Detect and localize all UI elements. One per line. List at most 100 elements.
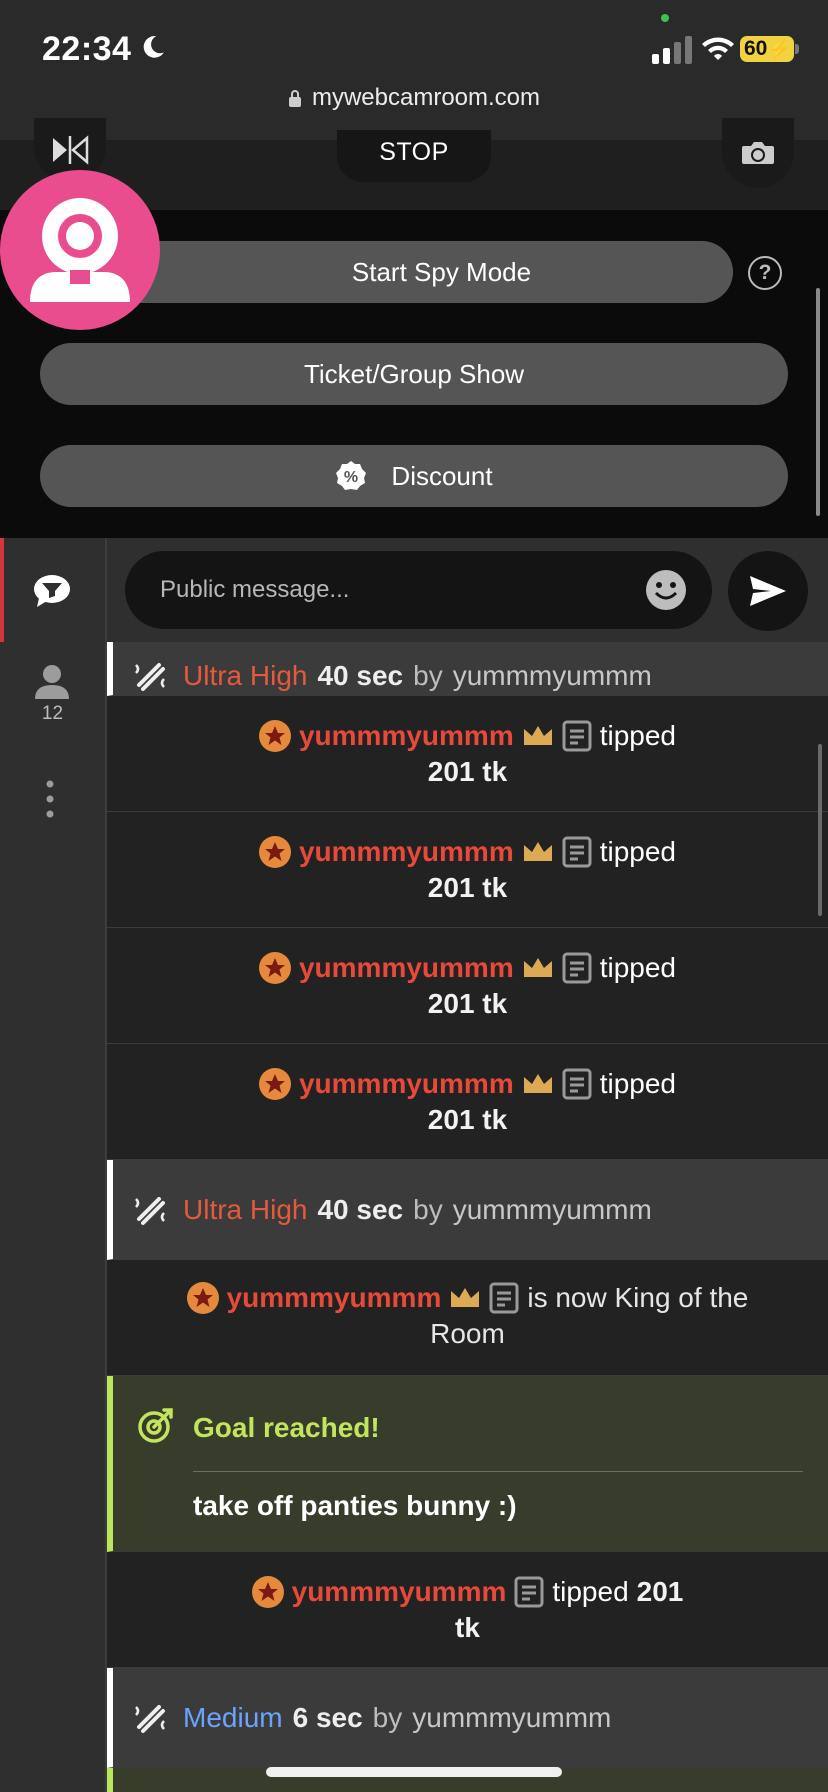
wifi-icon <box>702 37 734 60</box>
camera-switch-icon <box>742 142 774 164</box>
tip-action: tipped <box>599 1068 677 1099</box>
tip-amount-unit: tk <box>455 1612 480 1643</box>
ticket-label: Ticket/Group Show <box>303 358 525 389</box>
star-badge-icon <box>258 836 291 868</box>
help-icon[interactable]: ? <box>748 256 782 290</box>
king-text-2: Room <box>430 1318 505 1349</box>
crown-icon <box>451 1288 480 1307</box>
send-button[interactable] <box>728 551 808 631</box>
tipper-username[interactable]: yummmyummm <box>292 1574 507 1610</box>
star-badge-icon <box>258 952 291 984</box>
start-spy-mode-button[interactable]: Start Spy Mode <box>110 241 733 303</box>
public-message-input[interactable] <box>125 551 712 629</box>
battery-tip <box>795 44 799 54</box>
more-icon[interactable] <box>45 780 55 818</box>
moon-icon <box>143 36 164 58</box>
note-icon <box>562 720 592 752</box>
goal-icon <box>138 1408 173 1443</box>
vibration-icon <box>135 1196 165 1225</box>
camera-switch-button[interactable] <box>722 118 794 188</box>
lock-icon <box>288 90 301 107</box>
vibration-level: Ultra High <box>183 1193 308 1225</box>
by-text: by <box>413 659 443 691</box>
goal-text: take off panties bunny :) <box>193 1490 517 1521</box>
star-badge-icon <box>186 1282 219 1314</box>
panel-scrollbar[interactable] <box>816 288 820 516</box>
discount-icon: % <box>336 461 367 490</box>
emoji-icon[interactable] <box>646 570 686 610</box>
tip-message: yummmyummm tipped 201 tk <box>107 696 828 812</box>
chat-icon[interactable] <box>33 574 71 608</box>
status-bar <box>0 0 828 140</box>
star-badge-icon <box>258 720 291 752</box>
tipper-username[interactable]: yummmyummm <box>299 718 514 754</box>
vibration-duration: 40 sec <box>317 659 404 691</box>
active-tab-indicator <box>0 538 4 642</box>
vibration-broadcast: Ultra High 40 sec by yummmyummm <box>107 642 828 696</box>
viewer-count: 12 <box>41 703 64 724</box>
vibration-level: Medium <box>183 1701 283 1733</box>
privacy-indicator <box>661 14 669 22</box>
goal-reached-message: Goal reached! take off panties bunny :) <box>107 1376 828 1552</box>
crown-icon <box>523 1074 552 1093</box>
tip-message: yummmyummm tipped 201 tk <box>107 928 828 1044</box>
star-badge-icon <box>251 1576 284 1608</box>
goal-title: Goal reached! <box>193 1412 380 1443</box>
chat-messages[interactable]: Ultra High 40 sec by yummmyummm yummmyum… <box>107 642 828 1792</box>
clock: 22:34 <box>42 30 132 68</box>
discount-label: Discount <box>391 460 493 491</box>
vibration-duration: 40 sec <box>317 1193 404 1225</box>
send-icon <box>750 576 786 606</box>
signal-icon <box>652 36 692 64</box>
by-text: by <box>372 1701 403 1733</box>
crown-icon <box>523 958 552 977</box>
webcam-logo <box>0 170 160 330</box>
tip-action: tipped <box>599 836 677 867</box>
note-icon <box>514 1576 544 1608</box>
note-icon <box>489 1282 519 1314</box>
tipper-username[interactable]: yummmyummm <box>299 834 514 870</box>
tipper-username[interactable]: yummmyummm <box>299 950 514 986</box>
tip-amount: 201 tk <box>427 756 508 787</box>
sender-username[interactable]: yummmyummm <box>412 1702 611 1734</box>
tip-message: yummmyummm tipped 201 tk <box>107 1044 828 1160</box>
stop-button[interactable]: STOP <box>337 130 491 182</box>
tip-amount: 201 tk <box>427 1104 508 1135</box>
tip-action: tipped <box>599 952 677 983</box>
by-text: by <box>413 1193 443 1225</box>
svg-text:%: % <box>344 469 358 486</box>
tipper-username[interactable]: yummmyummm <box>299 1066 514 1102</box>
ticket-group-show-button[interactable]: Ticket/Group Show <box>40 343 788 405</box>
tip-amount: 201 tk <box>427 988 508 1019</box>
user-icon[interactable] <box>34 664 70 700</box>
sender-username[interactable]: yummmyummm <box>453 660 652 692</box>
mirror-icon <box>53 135 89 165</box>
king-username[interactable]: yummmyummm <box>227 1280 442 1316</box>
goal-divider <box>193 1471 803 1472</box>
crown-icon <box>523 842 552 861</box>
crown-icon <box>523 726 552 745</box>
note-icon <box>562 952 592 984</box>
vibration-icon <box>135 662 165 691</box>
king-text: is now King of the <box>527 1282 749 1313</box>
webcam-logo-icon <box>30 198 130 302</box>
spy-mode-label: Start Spy Mode <box>351 256 532 287</box>
sender-username[interactable]: yummmyummm <box>453 1194 652 1226</box>
tip-amount: 201 <box>636 1576 684 1607</box>
home-indicator[interactable] <box>266 1767 562 1777</box>
chat-scrollbar[interactable] <box>818 744 822 916</box>
tip-action: tipped <box>599 720 677 751</box>
vibration-broadcast: Ultra High 40 sec by yummmyummm <box>107 1160 828 1260</box>
tip-message: yummmyummm tipped 201 tk <box>107 812 828 928</box>
vibration-level: Ultra High <box>183 659 308 691</box>
battery-indicator: 60 ⚡ <box>740 36 794 62</box>
vibration-duration: 6 sec <box>292 1701 363 1733</box>
tip-amount: 201 tk <box>427 872 508 903</box>
note-icon <box>562 836 592 868</box>
address-bar[interactable]: mywebcamroom.com <box>0 84 828 112</box>
king-message: yummmyummm is now King of the Room <box>107 1260 828 1376</box>
tip-action: tipped <box>552 1576 629 1607</box>
star-badge-icon <box>258 1068 291 1100</box>
discount-button[interactable]: % Discount <box>40 445 788 507</box>
tip-message: yummmyummm tipped 201 tk <box>107 1552 828 1668</box>
